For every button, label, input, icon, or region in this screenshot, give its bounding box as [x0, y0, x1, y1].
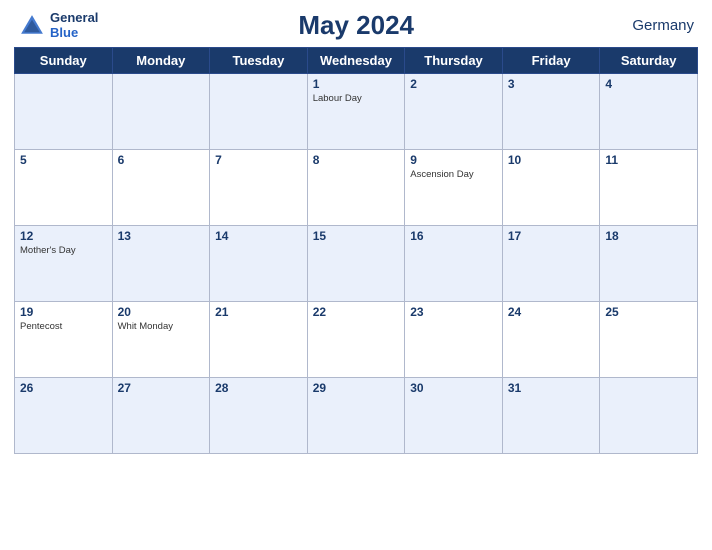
calendar-cell: 21 — [210, 302, 308, 378]
calendar-cell — [112, 74, 210, 150]
holiday-label: Mother's Day — [20, 245, 107, 256]
day-number: 15 — [313, 229, 400, 243]
day-number: 25 — [605, 305, 692, 319]
day-number: 29 — [313, 381, 400, 395]
day-number: 11 — [605, 153, 692, 167]
day-number: 23 — [410, 305, 497, 319]
header-tuesday: Tuesday — [210, 48, 308, 74]
day-number: 28 — [215, 381, 302, 395]
header-friday: Friday — [502, 48, 600, 74]
holiday-label: Whit Monday — [118, 321, 205, 332]
day-number: 12 — [20, 229, 107, 243]
calendar-cell: 28 — [210, 378, 308, 454]
logo-line2: Blue — [50, 25, 78, 40]
day-number: 17 — [508, 229, 595, 243]
calendar-cell: 11 — [600, 150, 698, 226]
holiday-label: Pentecost — [20, 321, 107, 332]
day-number: 13 — [118, 229, 205, 243]
logo-text: General Blue — [50, 11, 98, 40]
header-saturday: Saturday — [600, 48, 698, 74]
day-number: 2 — [410, 77, 497, 91]
day-number: 30 — [410, 381, 497, 395]
calendar-cell: 25 — [600, 302, 698, 378]
logo: General Blue — [18, 11, 98, 40]
calendar-cell: 16 — [405, 226, 503, 302]
day-number: 3 — [508, 77, 595, 91]
day-number: 9 — [410, 153, 497, 167]
holiday-label: Ascension Day — [410, 169, 497, 180]
day-number: 14 — [215, 229, 302, 243]
calendar-page: General Blue May 2024 Germany Sunday Mon… — [0, 0, 712, 550]
calendar-cell: 2 — [405, 74, 503, 150]
calendar-cell: 20 Whit Monday — [112, 302, 210, 378]
day-number: 1 — [313, 77, 400, 91]
calendar-cell: 4 — [600, 74, 698, 150]
calendar-cell: 31 — [502, 378, 600, 454]
day-number: 7 — [215, 153, 302, 167]
calendar-title: May 2024 — [98, 10, 614, 41]
header-thursday: Thursday — [405, 48, 503, 74]
calendar-cell: 5 — [15, 150, 113, 226]
calendar-cell — [600, 378, 698, 454]
calendar-table: Sunday Monday Tuesday Wednesday Thursday… — [14, 47, 698, 454]
calendar-cell: 7 — [210, 150, 308, 226]
day-number: 19 — [20, 305, 107, 319]
header-wednesday: Wednesday — [307, 48, 405, 74]
country-label: Germany — [614, 17, 694, 34]
calendar-cell: 27 — [112, 378, 210, 454]
logo-icon — [18, 12, 46, 40]
calendar-cell: 23 — [405, 302, 503, 378]
calendar-week-1: 1 Labour Day 234 — [15, 74, 698, 150]
calendar-cell — [15, 74, 113, 150]
day-number: 20 — [118, 305, 205, 319]
calendar-cell: 9 Ascension Day — [405, 150, 503, 226]
calendar-cell: 29 — [307, 378, 405, 454]
logo-line1: General — [50, 11, 98, 25]
calendar-cell: 14 — [210, 226, 308, 302]
holiday-label: Labour Day — [313, 93, 400, 104]
header: General Blue May 2024 Germany — [14, 10, 698, 41]
calendar-week-2: 56789 Ascension Day 10 11 — [15, 150, 698, 226]
calendar-cell: 17 — [502, 226, 600, 302]
calendar-cell — [210, 74, 308, 150]
day-number: 21 — [215, 305, 302, 319]
calendar-cell: 8 — [307, 150, 405, 226]
calendar-cell: 24 — [502, 302, 600, 378]
day-number: 22 — [313, 305, 400, 319]
day-number: 16 — [410, 229, 497, 243]
header-monday: Monday — [112, 48, 210, 74]
day-number: 27 — [118, 381, 205, 395]
day-number: 24 — [508, 305, 595, 319]
calendar-cell: 10 — [502, 150, 600, 226]
calendar-cell: 15 — [307, 226, 405, 302]
calendar-cell: 6 — [112, 150, 210, 226]
calendar-cell: 19 Pentecost — [15, 302, 113, 378]
calendar-cell: 30 — [405, 378, 503, 454]
weekday-header-row: Sunday Monday Tuesday Wednesday Thursday… — [15, 48, 698, 74]
calendar-cell: 18 — [600, 226, 698, 302]
calendar-week-4: 19 Pentecost 20 Whit Monday 21 22 23 24 25 — [15, 302, 698, 378]
calendar-cell: 12 Mother's Day — [15, 226, 113, 302]
calendar-week-5: 26 27 28 29 30 31 — [15, 378, 698, 454]
calendar-cell: 13 — [112, 226, 210, 302]
day-number: 18 — [605, 229, 692, 243]
day-number: 26 — [20, 381, 107, 395]
day-number: 6 — [118, 153, 205, 167]
calendar-cell: 26 — [15, 378, 113, 454]
calendar-week-3: 12 Mother's Day 13 14 15 16 17 18 — [15, 226, 698, 302]
day-number: 31 — [508, 381, 595, 395]
calendar-cell: 22 — [307, 302, 405, 378]
calendar-cell: 3 — [502, 74, 600, 150]
day-number: 5 — [20, 153, 107, 167]
day-number: 4 — [605, 77, 692, 91]
day-number: 8 — [313, 153, 400, 167]
header-sunday: Sunday — [15, 48, 113, 74]
day-number: 10 — [508, 153, 595, 167]
calendar-cell: 1 Labour Day — [307, 74, 405, 150]
